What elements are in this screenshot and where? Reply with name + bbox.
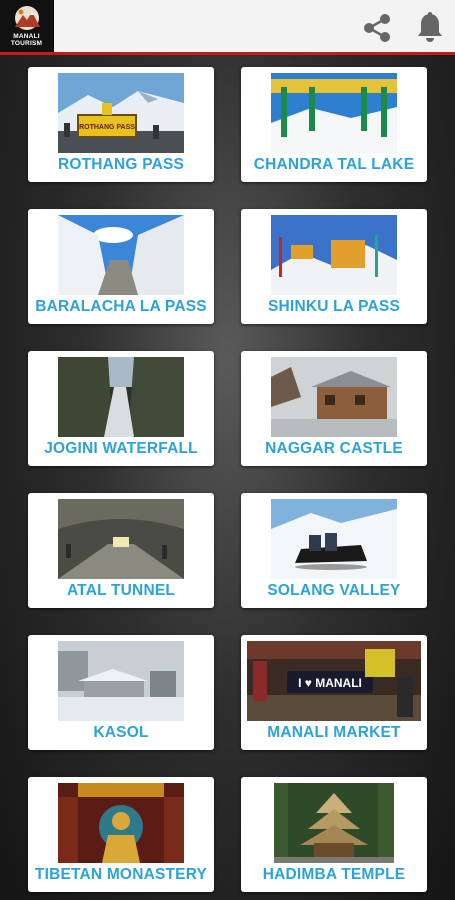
app-logo: MANALI TOURISM [0,0,54,52]
chandra-tal-lake-photo [271,73,397,153]
manali-market-sign-text: I ♥ MANALI [298,676,362,690]
place-card-solang-valley[interactable]: SOLANG VALLEY [241,493,427,608]
manali-market-photo: I ♥ MANALI [247,641,421,721]
place-label: ROTHANG PASS [57,156,185,173]
place-card-hadimba-temple[interactable]: HADIMBA TEMPLE [241,777,427,892]
place-label: HADIMBA TEMPLE [262,866,406,883]
place-card-jogini-waterfall[interactable]: JOGINI WATERFALL [28,351,214,466]
notifications-button[interactable] [410,8,450,48]
place-label: SOLANG VALLEY [267,582,401,599]
logo-line-1: MANALI [13,33,40,40]
place-card-manali-market[interactable]: I ♥ MANALI MANALI MARKET [241,635,427,750]
place-label: ATAL TUNNEL [66,582,176,599]
kasol-photo [58,641,184,721]
place-card-rothang-pass[interactable]: ROTHANG PASS ROTHANG PASS [28,67,214,182]
place-card-kasol[interactable]: KASOL [28,635,214,750]
rothang-pass-photo: ROTHANG PASS [58,73,184,153]
place-label: BARALACHA LA PASS [35,298,207,315]
app-bar: MANALI TOURISM [0,0,455,55]
share-button[interactable] [357,8,397,48]
rothang-sign-text: ROTHANG PASS [79,124,135,131]
baralacha-la-pass-photo [58,215,184,295]
place-label: JOGINI WATERFALL [44,440,198,457]
jogini-waterfall-photo [58,357,184,437]
place-card-naggar-castle[interactable]: NAGGAR CASTLE [241,351,427,466]
shinku-la-pass-photo [271,215,397,295]
hadimba-temple-photo [274,783,394,863]
places-grid: ROTHANG PASS ROTHANG PASS CHANDRA TAL LA… [0,55,455,900]
naggar-castle-photo [271,357,397,437]
place-card-atal-tunnel[interactable]: ATAL TUNNEL [28,493,214,608]
mountain-logo-icon [15,6,40,30]
place-card-tibetan-monastery[interactable]: TIBETAN MONASTERY [28,777,214,892]
place-card-shinku-la-pass[interactable]: SHINKU LA PASS [241,209,427,324]
logo-line-2: TOURISM [10,40,43,47]
place-label: KASOL [93,724,149,741]
place-label: TIBETAN MONASTERY [34,866,208,883]
place-label: SHINKU LA PASS [268,298,400,315]
place-label: CHANDRA TAL LAKE [253,156,415,173]
share-icon [364,14,390,42]
place-label: MANALI MARKET [267,724,401,741]
solang-valley-photo [271,499,397,579]
bell-icon [418,12,442,42]
tibetan-monastery-photo [58,783,184,863]
atal-tunnel-photo [58,499,184,579]
place-card-chandra-tal-lake[interactable]: CHANDRA TAL LAKE [241,67,427,182]
place-card-baralacha-la-pass[interactable]: BARALACHA LA PASS [28,209,214,324]
place-label: NAGGAR CASTLE [265,440,403,457]
